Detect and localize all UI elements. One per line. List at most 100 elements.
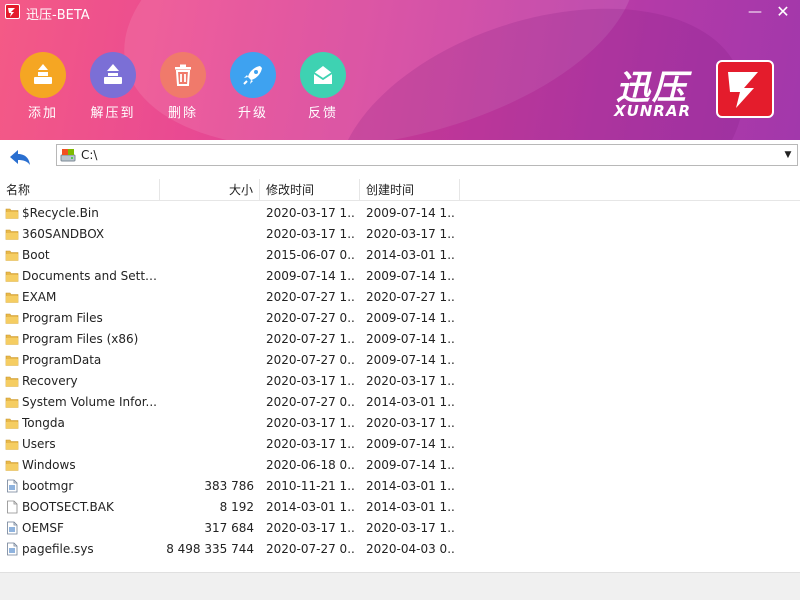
file-name: Boot bbox=[22, 248, 50, 262]
column-header-size[interactable]: 大小 bbox=[160, 179, 260, 201]
file-size bbox=[160, 413, 254, 434]
file-name: $Recycle.Bin bbox=[22, 206, 99, 220]
file-modified: 2020-07-27 1... bbox=[266, 332, 356, 346]
file-row[interactable]: Boot 2015-06-07 0... 2014-03-01 1... bbox=[0, 245, 800, 266]
file-name: bootmgr bbox=[22, 479, 74, 493]
title-bar: 迅压-BETA — ✕ bbox=[0, 0, 800, 24]
file-name: OEMSF bbox=[22, 521, 64, 535]
extract-to-label: 解压到 bbox=[90, 106, 136, 121]
minimize-button[interactable]: — bbox=[744, 2, 766, 22]
file-created: 2014-03-01 1... bbox=[366, 248, 456, 262]
folder-icon bbox=[5, 416, 19, 430]
file-row[interactable]: Recovery 2020-03-17 1... 2020-03-17 1... bbox=[0, 371, 800, 392]
file-name: Documents and Settin... bbox=[22, 269, 160, 283]
file-modified: 2020-06-18 0... bbox=[266, 458, 356, 472]
file-modified: 2020-07-27 0... bbox=[266, 542, 356, 556]
file-modified: 2020-03-17 1... bbox=[266, 416, 356, 430]
folder-icon bbox=[5, 290, 19, 304]
file-name: EXAM bbox=[22, 290, 57, 304]
file-row[interactable]: OEMSF 317 684 2020-03-17 1... 2020-03-17 1.… bbox=[0, 518, 800, 539]
file-size bbox=[160, 308, 254, 329]
folder-icon bbox=[5, 269, 19, 283]
chevron-down-icon[interactable]: ▼ bbox=[782, 148, 794, 162]
file-row[interactable]: $Recycle.Bin 2020-03-17 1... 2009-07-14 1.… bbox=[0, 203, 800, 224]
file-name: Program Files bbox=[22, 311, 103, 325]
status-bar bbox=[0, 572, 800, 600]
folder-icon bbox=[5, 332, 19, 346]
file-size bbox=[160, 455, 254, 476]
file-created: 2014-03-01 1... bbox=[366, 395, 456, 409]
file-created: 2014-03-01 1... bbox=[366, 479, 456, 493]
file-name: 360SANDBOX bbox=[22, 227, 105, 241]
path-combobox[interactable]: C:\ ▼ bbox=[56, 144, 798, 166]
file-name: ProgramData bbox=[22, 353, 102, 367]
system-file-icon bbox=[5, 479, 19, 493]
file-row[interactable]: Program Files 2020-07-27 0... 2009-07-14 1… bbox=[0, 308, 800, 329]
file-modified: 2020-03-17 1... bbox=[266, 437, 356, 451]
file-row[interactable]: ProgramData 2020-07-27 0... 2009-07-14 1..… bbox=[0, 350, 800, 371]
upgrade-button[interactable]: 升级 bbox=[230, 52, 276, 121]
file-created: 2009-07-14 1... bbox=[366, 458, 456, 472]
file-row[interactable]: System Volume Infor... 2020-07-27 0... 201… bbox=[0, 392, 800, 413]
delete-button[interactable]: 删除 bbox=[160, 52, 206, 121]
file-row[interactable]: Program Files (x86) 2020-07-27 1... 2009-0… bbox=[0, 329, 800, 350]
file-created: 2009-07-14 1... bbox=[366, 311, 456, 325]
folder-icon bbox=[5, 353, 19, 367]
file-size: 8 192 bbox=[219, 500, 254, 514]
back-button[interactable] bbox=[8, 148, 32, 170]
file-row[interactable]: Users 2020-03-17 1... 2009-07-14 1... bbox=[0, 434, 800, 455]
file-row[interactable]: 360SANDBOX 2020-03-17 1... 2020-03-17 1... bbox=[0, 224, 800, 245]
close-button[interactable]: ✕ bbox=[772, 2, 794, 22]
file-icon bbox=[5, 500, 19, 514]
file-modified: 2020-03-17 1... bbox=[266, 374, 356, 388]
file-created: 2009-07-14 1... bbox=[366, 353, 456, 367]
file-row[interactable]: Documents and Settin... 2009-07-14 1... 20… bbox=[0, 266, 800, 287]
file-modified: 2009-07-14 1... bbox=[266, 269, 356, 283]
file-row[interactable]: BOOTSECT.BAK 8 192 2014-03-01 1... 2014-03-… bbox=[0, 497, 800, 518]
folder-icon bbox=[5, 206, 19, 220]
file-modified: 2020-03-17 1... bbox=[266, 206, 356, 220]
file-name: Windows bbox=[22, 458, 76, 472]
file-created: 2020-03-17 1... bbox=[366, 374, 456, 388]
column-header-name[interactable]: 名称 bbox=[0, 179, 160, 201]
extract-to-button[interactable]: 解压到 bbox=[90, 52, 136, 121]
file-modified: 2015-06-07 0... bbox=[266, 248, 356, 262]
mail-icon bbox=[300, 52, 346, 98]
add-button[interactable]: 添加 bbox=[20, 52, 66, 121]
column-header-created[interactable]: 创建时间 bbox=[360, 179, 460, 201]
file-modified: 2020-07-27 1... bbox=[266, 290, 356, 304]
file-created: 2020-07-27 1... bbox=[366, 290, 456, 304]
window-title: 迅压-BETA bbox=[26, 8, 90, 23]
file-list: $Recycle.Bin 2020-03-17 1... 2009-07-14 1.… bbox=[0, 203, 800, 560]
file-row[interactable]: bootmgr 383 786 2010-11-21 1... 2014-03-01 … bbox=[0, 476, 800, 497]
file-size bbox=[160, 266, 254, 287]
file-name: System Volume Infor... bbox=[22, 395, 157, 409]
brand-logo: 迅压 XUNRAR bbox=[614, 58, 784, 122]
file-size bbox=[160, 329, 254, 350]
file-row[interactable]: EXAM 2020-07-27 1... 2020-07-27 1... bbox=[0, 287, 800, 308]
file-modified: 2020-03-17 1... bbox=[266, 521, 356, 535]
file-modified: 2020-03-17 1... bbox=[266, 227, 356, 241]
file-size: 383 786 bbox=[204, 479, 254, 493]
file-name: Program Files (x86) bbox=[22, 332, 139, 346]
file-created: 2009-07-14 1... bbox=[366, 332, 456, 346]
file-size bbox=[160, 434, 254, 455]
delete-label: 删除 bbox=[167, 106, 198, 121]
file-name: Tongda bbox=[22, 416, 65, 430]
path-text: C:\ bbox=[81, 148, 98, 162]
folder-icon bbox=[5, 395, 19, 409]
feedback-button[interactable]: 反馈 bbox=[300, 52, 346, 121]
file-size bbox=[160, 203, 254, 224]
file-modified: 2010-11-21 1... bbox=[266, 479, 356, 493]
folder-icon bbox=[5, 248, 19, 262]
file-row[interactable]: pagefile.sys 8 498 335 744 2020-07-27 0...… bbox=[0, 539, 800, 560]
system-file-icon bbox=[5, 521, 19, 535]
folder-icon bbox=[5, 458, 19, 472]
column-header-modified[interactable]: 修改时间 bbox=[260, 179, 360, 201]
file-size bbox=[160, 245, 254, 266]
file-row[interactable]: Windows 2020-06-18 0... 2009-07-14 1... bbox=[0, 455, 800, 476]
file-created: 2020-03-17 1... bbox=[366, 227, 456, 241]
feedback-label: 反馈 bbox=[307, 106, 338, 121]
file-name: Users bbox=[22, 437, 56, 451]
file-row[interactable]: Tongda 2020-03-17 1... 2020-03-17 1... bbox=[0, 413, 800, 434]
